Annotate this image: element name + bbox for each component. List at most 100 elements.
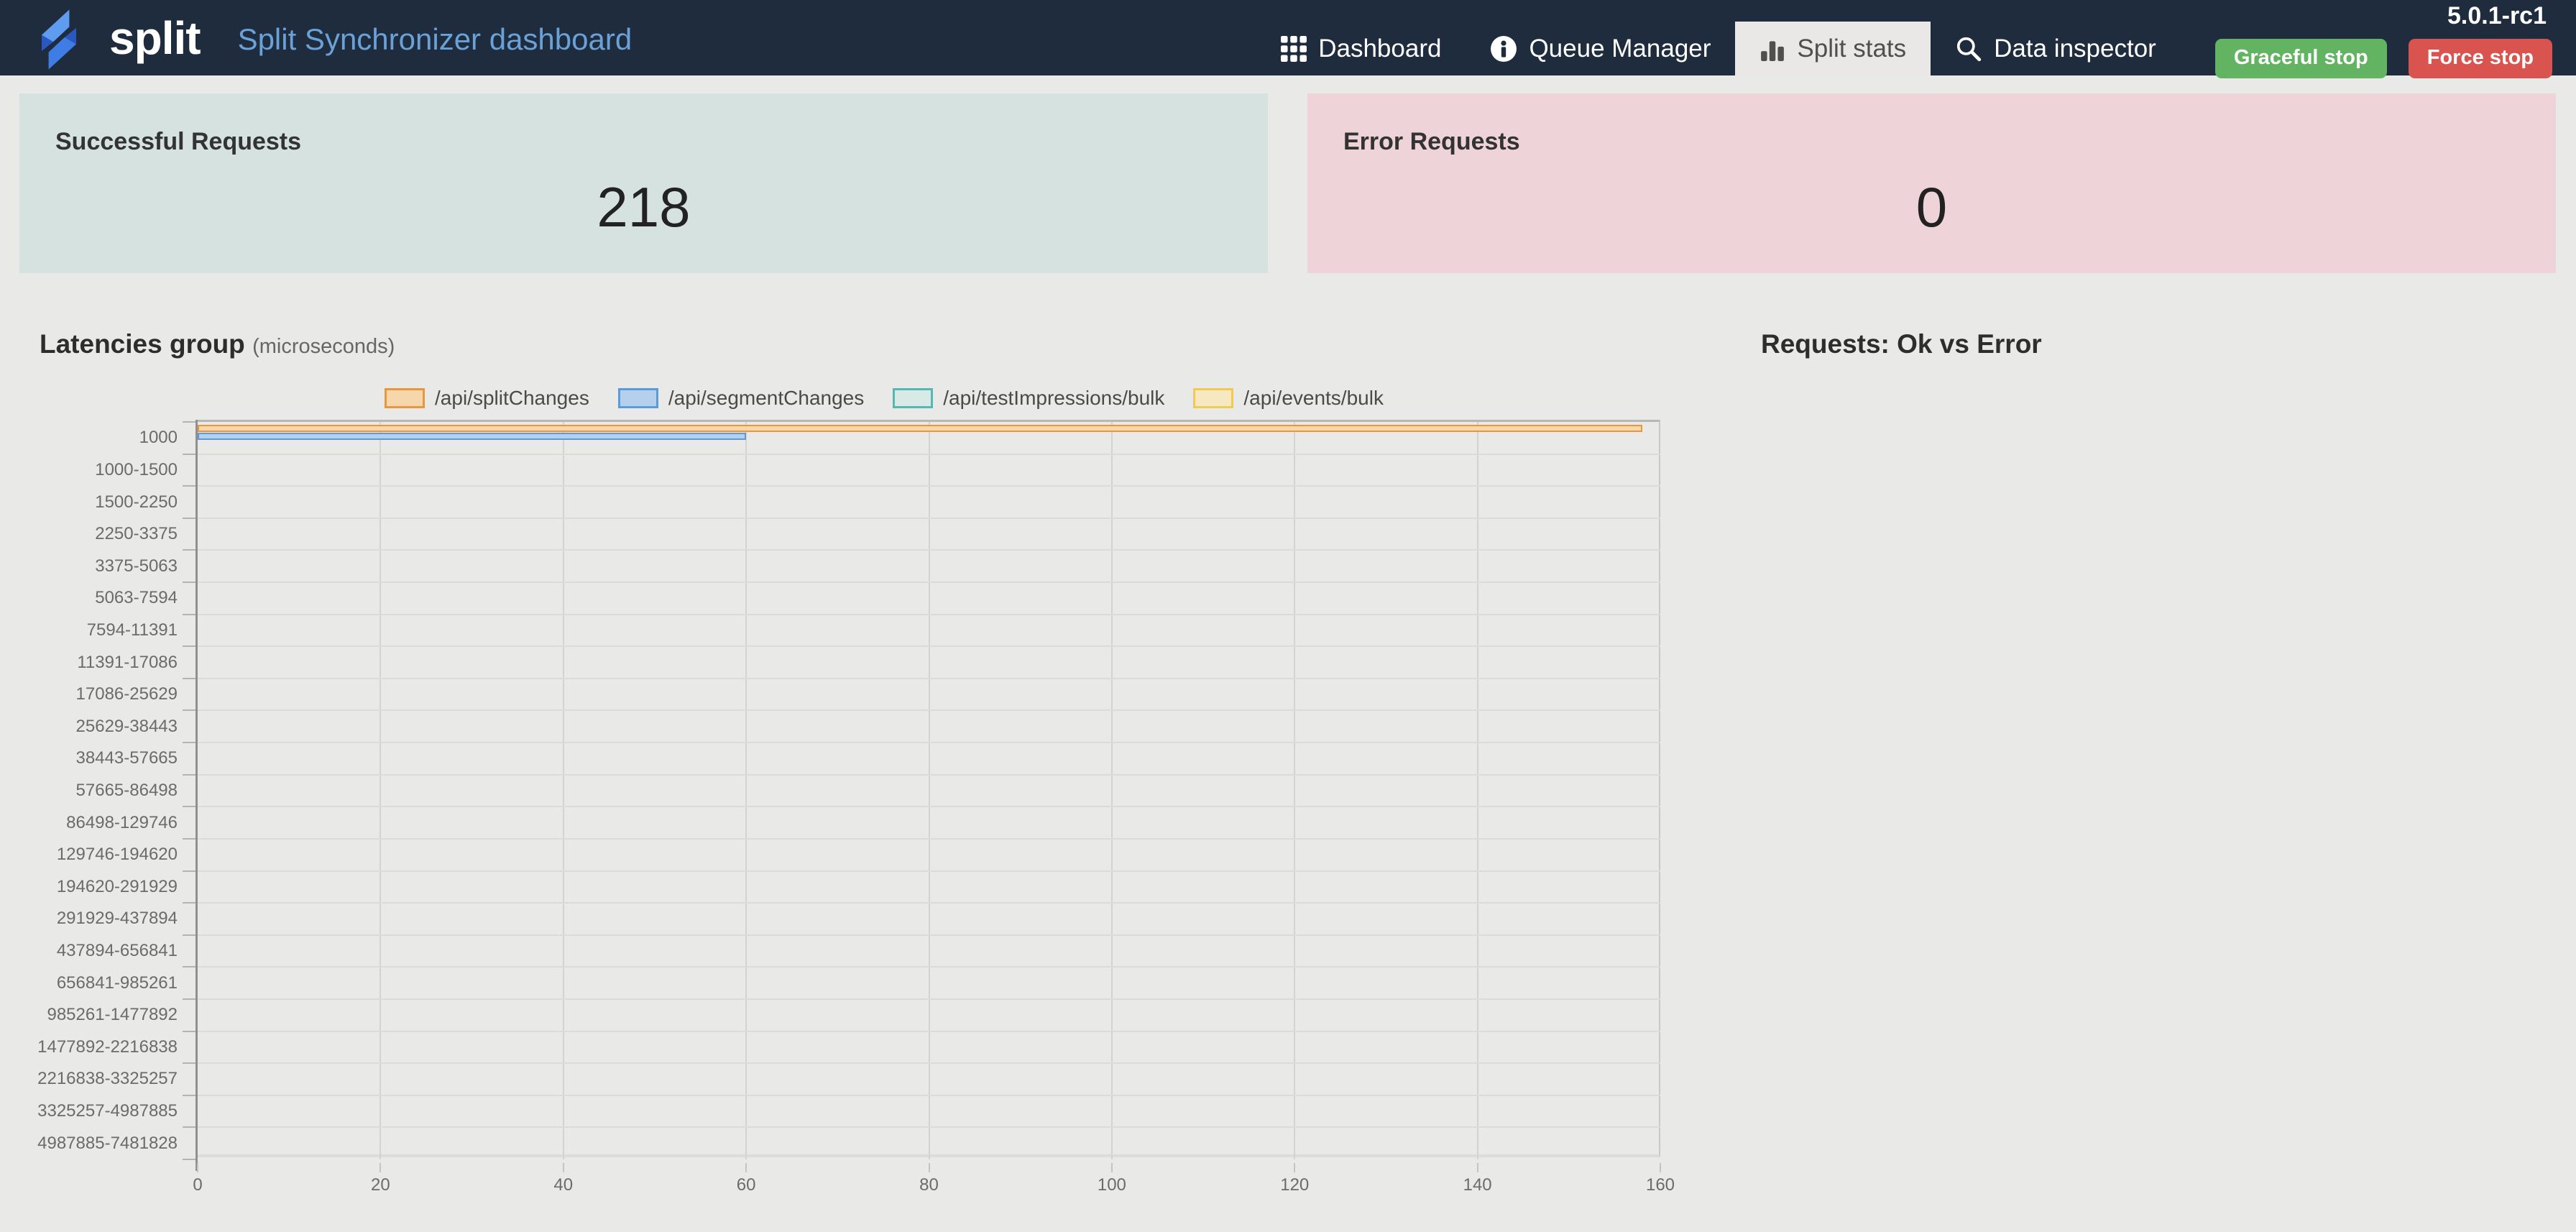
vertical-gridline: [929, 422, 930, 1159]
y-axis-label: 2250-3375: [0, 524, 178, 544]
x-axis-label: 100: [1080, 1175, 1144, 1195]
horizontal-gridline: [198, 806, 1660, 807]
y-axis-label: 656841-985261: [0, 973, 178, 993]
nav-item-label: Split stats: [1797, 35, 1906, 63]
y-axis-label: 7594-11391: [0, 620, 178, 640]
y-axis-tick: [183, 678, 196, 679]
horizontal-gridline: [198, 998, 1660, 1000]
nav-item-data-inspector[interactable]: Data inspector: [1931, 22, 2181, 75]
x-axis-label: 120: [1262, 1175, 1327, 1195]
y-axis-tick: [183, 1095, 196, 1096]
nav-controls: 5.0.1-rc1 Graceful stop Force stop: [2215, 0, 2552, 78]
y-axis-tick: [183, 421, 196, 423]
y-axis-label: 2216838-3325257: [0, 1069, 178, 1089]
y-axis-label: 11391-17086: [0, 653, 178, 673]
latency-plot: 02040608010012014016010001000-15001500-2…: [198, 420, 1660, 1157]
legend-item-events[interactable]: /api/events/bulk: [1193, 387, 1384, 410]
y-axis-label: 4987885-7481828: [0, 1134, 178, 1154]
y-axis-label: 3375-5063: [0, 556, 178, 576]
legend-swatch-teal: [893, 388, 933, 408]
x-axis-label: 60: [714, 1175, 778, 1195]
info-icon: [1490, 35, 1517, 63]
x-axis-label: 20: [348, 1175, 413, 1195]
legend-swatch-yellow: [1193, 388, 1233, 408]
y-axis-tick: [183, 1159, 196, 1160]
y-axis-tick: [183, 902, 196, 904]
legend-label: /api/splitChanges: [435, 387, 589, 410]
y-axis-label: 1477892-2216838: [0, 1037, 178, 1057]
horizontal-gridline: [198, 1062, 1660, 1064]
y-axis-label: 5063-7594: [0, 588, 178, 608]
latencies-title: Latencies group: [40, 329, 245, 359]
y-axis-label: 985261-1477892: [0, 1005, 178, 1025]
x-axis-tick: [1477, 1163, 1478, 1172]
legend-label: /api/events/bulk: [1243, 387, 1384, 410]
navbar: split Split Synchronizer dashboard Dashb…: [0, 0, 2576, 75]
x-axis-tick: [929, 1163, 930, 1172]
horizontal-gridline: [198, 678, 1660, 679]
vertical-gridline: [745, 422, 747, 1159]
y-axis-tick: [183, 614, 196, 615]
x-axis-tick: [1660, 1163, 1661, 1172]
nav-item-queue-manager[interactable]: Queue Manager: [1466, 22, 1735, 75]
y-axis-tick: [183, 934, 196, 936]
legend-swatch-orange: [385, 388, 425, 408]
legend-item-splitchanges[interactable]: /api/splitChanges: [385, 387, 589, 410]
vertical-gridline: [1477, 422, 1478, 1159]
y-axis-label: 17086-25629: [0, 684, 178, 704]
horizontal-gridline: [198, 614, 1660, 615]
y-axis-tick: [183, 870, 196, 872]
x-axis-tick: [380, 1163, 381, 1172]
y-axis-tick: [183, 1062, 196, 1064]
y-axis-label: 194620-291929: [0, 877, 178, 897]
nav-item-split-stats[interactable]: Split stats: [1735, 22, 1931, 75]
y-axis-label: 129746-194620: [0, 845, 178, 865]
nav-item-dashboard[interactable]: Dashboard: [1256, 22, 1466, 75]
y-axis-label: 1000-1500: [0, 460, 178, 480]
legend-item-segmentchanges[interactable]: /api/segmentChanges: [618, 387, 864, 410]
horizontal-gridline: [198, 454, 1660, 455]
vertical-gridline: [1294, 422, 1295, 1159]
y-axis-label: 1000: [0, 428, 178, 448]
y-axis-label: 25629-38443: [0, 717, 178, 737]
latency-bar: [198, 433, 746, 440]
y-axis-tick: [183, 485, 196, 487]
legend-swatch-blue: [618, 388, 658, 408]
brand: split Split Synchronizer dashboard: [22, 2, 632, 74]
successful-requests-value: 218: [55, 175, 1232, 240]
x-axis-tick: [197, 1163, 198, 1172]
metric-cards-row: Successful Requests 218 Error Requests 0: [0, 93, 2576, 273]
latencies-heading: Latencies group (microseconds): [40, 329, 1729, 359]
x-axis-label: 0: [165, 1175, 230, 1195]
chart-legend: /api/splitChanges /api/segmentChanges /a…: [40, 387, 1729, 410]
y-axis-tick: [183, 742, 196, 743]
charts-section: Latencies group (microseconds) /api/spli…: [0, 329, 2576, 1157]
y-axis-tick: [183, 645, 196, 647]
y-axis-label: 86498-129746: [0, 813, 178, 833]
graceful-stop-button[interactable]: Graceful stop: [2215, 39, 2387, 78]
legend-item-testimpressions[interactable]: /api/testImpressions/bulk: [893, 387, 1164, 410]
x-axis-tick: [563, 1163, 564, 1172]
y-axis-tick: [183, 998, 196, 1000]
y-axis-tick: [183, 454, 196, 455]
x-axis-tick: [745, 1163, 747, 1172]
card-title: Error Requests: [1343, 128, 2520, 156]
app-title: Split Synchronizer dashboard: [238, 22, 632, 57]
y-axis-tick: [183, 1031, 196, 1032]
horizontal-gridline: [198, 1031, 1660, 1032]
vertical-gridline: [1111, 422, 1113, 1159]
x-axis-label: 140: [1445, 1175, 1510, 1195]
horizontal-gridline: [198, 966, 1660, 967]
grid-icon: [1281, 36, 1307, 62]
y-axis-label: 57665-86498: [0, 781, 178, 801]
horizontal-gridline: [198, 645, 1660, 647]
x-axis-label: 80: [897, 1175, 962, 1195]
latency-bar: [198, 425, 1642, 432]
y-axis-label: 1500-2250: [0, 492, 178, 512]
latency-chart: 02040608010012014016010001000-15001500-2…: [198, 420, 1729, 1157]
vertical-gridline: [563, 422, 564, 1159]
y-axis-tick: [183, 581, 196, 583]
y-axis-tick: [183, 518, 196, 519]
error-requests-value: 0: [1343, 175, 2520, 240]
force-stop-button[interactable]: Force stop: [2409, 39, 2552, 78]
